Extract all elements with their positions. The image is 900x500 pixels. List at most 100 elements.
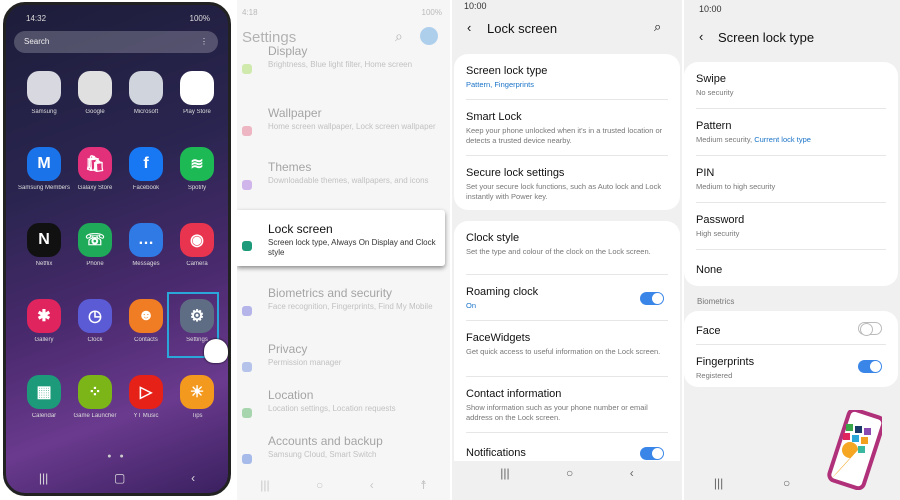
roaming clock-toggle[interactable] bbox=[640, 292, 664, 305]
password-row[interactable]: Password High security bbox=[696, 203, 886, 250]
app-calendar[interactable]: ▦ Calendar bbox=[18, 375, 70, 419]
notifications-row[interactable]: Notifications bbox=[466, 433, 668, 461]
search-icon[interactable]: ⌕ bbox=[395, 28, 403, 45]
row-description: Show information such as your phone numb… bbox=[466, 403, 668, 423]
row-description: High security bbox=[696, 229, 886, 239]
app-label: Gallery bbox=[34, 337, 54, 343]
app-galaxy-store[interactable]: 🛍 Galaxy Store bbox=[69, 147, 121, 191]
app-messages[interactable]: … Messages bbox=[120, 223, 172, 267]
settings-item-wallpaper[interactable]: Wallpaper Home screen wallpaper, Lock scr… bbox=[237, 106, 450, 156]
row-title: Pattern bbox=[696, 120, 732, 132]
recents-icon[interactable]: ||| bbox=[500, 466, 509, 480]
app-clock[interactable]: ◷ Clock bbox=[69, 299, 121, 343]
avatar[interactable] bbox=[420, 27, 438, 45]
row-title: Roaming clock bbox=[466, 286, 539, 298]
settings-item-display[interactable]: Display Brightness, Blue light filter, Ho… bbox=[237, 44, 450, 100]
home-icon[interactable]: ▢ bbox=[114, 471, 125, 485]
app-google[interactable]: Google bbox=[69, 71, 121, 115]
none-row[interactable]: None bbox=[696, 250, 886, 286]
notifications-toggle[interactable] bbox=[640, 447, 664, 460]
search-icon[interactable]: ⌕ bbox=[654, 19, 661, 35]
roaming-clock-row[interactable]: Roaming clock On bbox=[466, 275, 668, 321]
pattern-row[interactable]: Pattern Medium security, Current lock typ… bbox=[696, 109, 886, 156]
search-placeholder: Search bbox=[24, 37, 50, 46]
back-icon[interactable]: ‹ bbox=[370, 478, 374, 492]
screen-lock-type-row[interactable]: Screen lock type Pattern, Fingerprints bbox=[466, 54, 668, 100]
secure-lock-settings-row[interactable]: Secure lock settings Set your secure lock… bbox=[466, 156, 668, 210]
more-icon[interactable]: ⋮ bbox=[200, 37, 208, 47]
app-label: Play Store bbox=[183, 109, 211, 115]
app-phone[interactable]: ☏ Phone bbox=[69, 223, 121, 267]
app-facebook[interactable]: f Facebook bbox=[120, 147, 172, 191]
app-play-store[interactable]: ▶ Play Store bbox=[171, 71, 223, 115]
row-description-text: Registered bbox=[696, 371, 733, 380]
swipe-row[interactable]: Swipe No security bbox=[696, 62, 886, 109]
app-label: Contacts bbox=[134, 337, 158, 343]
row-title: Clock style bbox=[466, 232, 520, 244]
app-icon bbox=[129, 71, 163, 105]
row-description-text: No security bbox=[696, 88, 734, 97]
home-icon[interactable]: ○ bbox=[316, 478, 323, 492]
home-icon[interactable]: ○ bbox=[783, 476, 790, 490]
accessibility-icon[interactable]: ☨ bbox=[420, 478, 427, 492]
pin-row[interactable]: PIN Medium to high security bbox=[696, 156, 886, 203]
recents-icon[interactable]: ||| bbox=[714, 476, 723, 490]
face-row[interactable]: Face bbox=[696, 311, 886, 345]
fingerprints-row[interactable]: Fingerprints Registered bbox=[696, 345, 886, 387]
app-samsung-members[interactable]: M Samsung Members bbox=[18, 147, 70, 191]
back-button[interactable]: ‹ bbox=[467, 20, 471, 35]
app-icon bbox=[78, 71, 112, 105]
fingerprints-toggle[interactable] bbox=[858, 360, 882, 373]
item-title: Display bbox=[268, 44, 308, 58]
app-label: Samsung bbox=[31, 109, 57, 115]
app-spotify[interactable]: ≋ Spotify bbox=[171, 147, 223, 191]
app-label: Camera bbox=[186, 261, 208, 267]
contact-information-row[interactable]: Contact information Show information such… bbox=[466, 377, 668, 433]
settings-item-lock-screen[interactable]: Lock screen Screen lock type, Always On D… bbox=[237, 218, 450, 268]
page-title: Screen lock type bbox=[718, 30, 815, 45]
app-yt-music[interactable]: ▷ YT Music bbox=[120, 375, 172, 419]
app-gallery[interactable]: ✱ Gallery bbox=[18, 299, 70, 343]
recents-icon[interactable]: ||| bbox=[39, 471, 48, 485]
settings-item-location[interactable]: Location Location settings, Location requ… bbox=[237, 388, 450, 438]
facewidgets-row[interactable]: FaceWidgets Get quick access to useful in… bbox=[466, 321, 668, 377]
smart-lock-row[interactable]: Smart Lock Keep your phone unlocked when … bbox=[466, 100, 668, 156]
app-label: Tips bbox=[191, 413, 203, 419]
search-bar[interactable]: Search ⋮ bbox=[14, 31, 218, 53]
app-microsoft[interactable]: Microsoft bbox=[120, 71, 172, 115]
settings-item-themes[interactable]: Themes Downloadable themes, wallpapers, a… bbox=[237, 160, 450, 210]
settings-item-privacy[interactable]: Privacy Permission manager bbox=[237, 342, 450, 392]
app-game-launcher[interactable]: ⁘ Game Launcher bbox=[69, 375, 121, 419]
row-description: Pattern, Fingerprints bbox=[466, 80, 668, 90]
app-camera[interactable]: ◉ Camera bbox=[171, 223, 223, 267]
app-samsung[interactable]: Samsung bbox=[18, 71, 70, 115]
app-contacts[interactable]: ☻ Contacts bbox=[120, 299, 172, 343]
back-icon[interactable]: ‹ bbox=[630, 466, 634, 480]
row-description-text: Set the type and colour of the clock on … bbox=[466, 247, 651, 256]
row-description-text: Set your secure lock functions, such as … bbox=[466, 182, 662, 201]
app-netflix[interactable]: N Netflix bbox=[18, 223, 70, 267]
item-description: Home screen wallpaper, Lock screen wallp… bbox=[268, 122, 436, 131]
display-icon bbox=[242, 64, 252, 74]
settings-item-accounts-and-backup[interactable]: Accounts and backup Samsung Cloud, Smart … bbox=[237, 434, 450, 484]
row-description: No security bbox=[696, 88, 886, 98]
accounts-and-backup-icon bbox=[242, 454, 252, 464]
item-title: Lock screen bbox=[268, 222, 333, 236]
row-title: Secure lock settings bbox=[466, 167, 565, 179]
status-bar: 4:18 100% bbox=[242, 8, 442, 17]
app-icon: ▶ bbox=[180, 71, 214, 105]
item-title: Wallpaper bbox=[268, 106, 322, 120]
app-label: YT Music bbox=[133, 413, 159, 419]
face-toggle[interactable] bbox=[858, 322, 882, 336]
recents-icon[interactable]: ||| bbox=[260, 478, 269, 492]
clock-style-row[interactable]: Clock style Set the type and colour of th… bbox=[466, 221, 668, 275]
app-icon: f bbox=[129, 147, 163, 181]
back-icon[interactable]: ‹ bbox=[191, 471, 195, 485]
row-title: Screen lock type bbox=[466, 65, 548, 77]
app-label: Clock bbox=[87, 337, 103, 343]
app-tips[interactable]: ☀ Tips bbox=[171, 375, 223, 419]
settings-item-biometrics-and-security[interactable]: Biometrics and security Face recognition,… bbox=[237, 286, 450, 336]
biometrics-and-security-icon bbox=[242, 306, 252, 316]
back-button[interactable]: ‹ bbox=[699, 29, 703, 44]
home-icon[interactable]: ○ bbox=[566, 466, 573, 480]
